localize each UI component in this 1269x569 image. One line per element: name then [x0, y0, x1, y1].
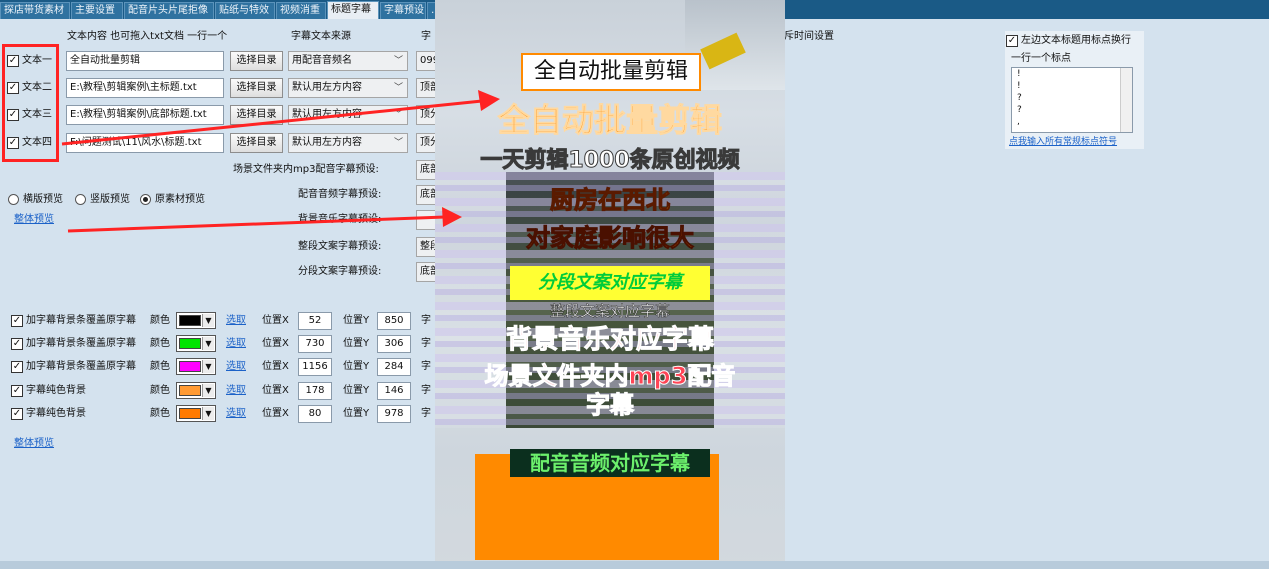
arrow-head-2: [442, 207, 462, 227]
arrow-line-1: [61, 99, 483, 146]
arrow-head-1: [478, 90, 500, 111]
status-strip: [0, 561, 1269, 569]
red-arrows: [61, 90, 500, 233]
arrow-line-2: [67, 215, 446, 233]
